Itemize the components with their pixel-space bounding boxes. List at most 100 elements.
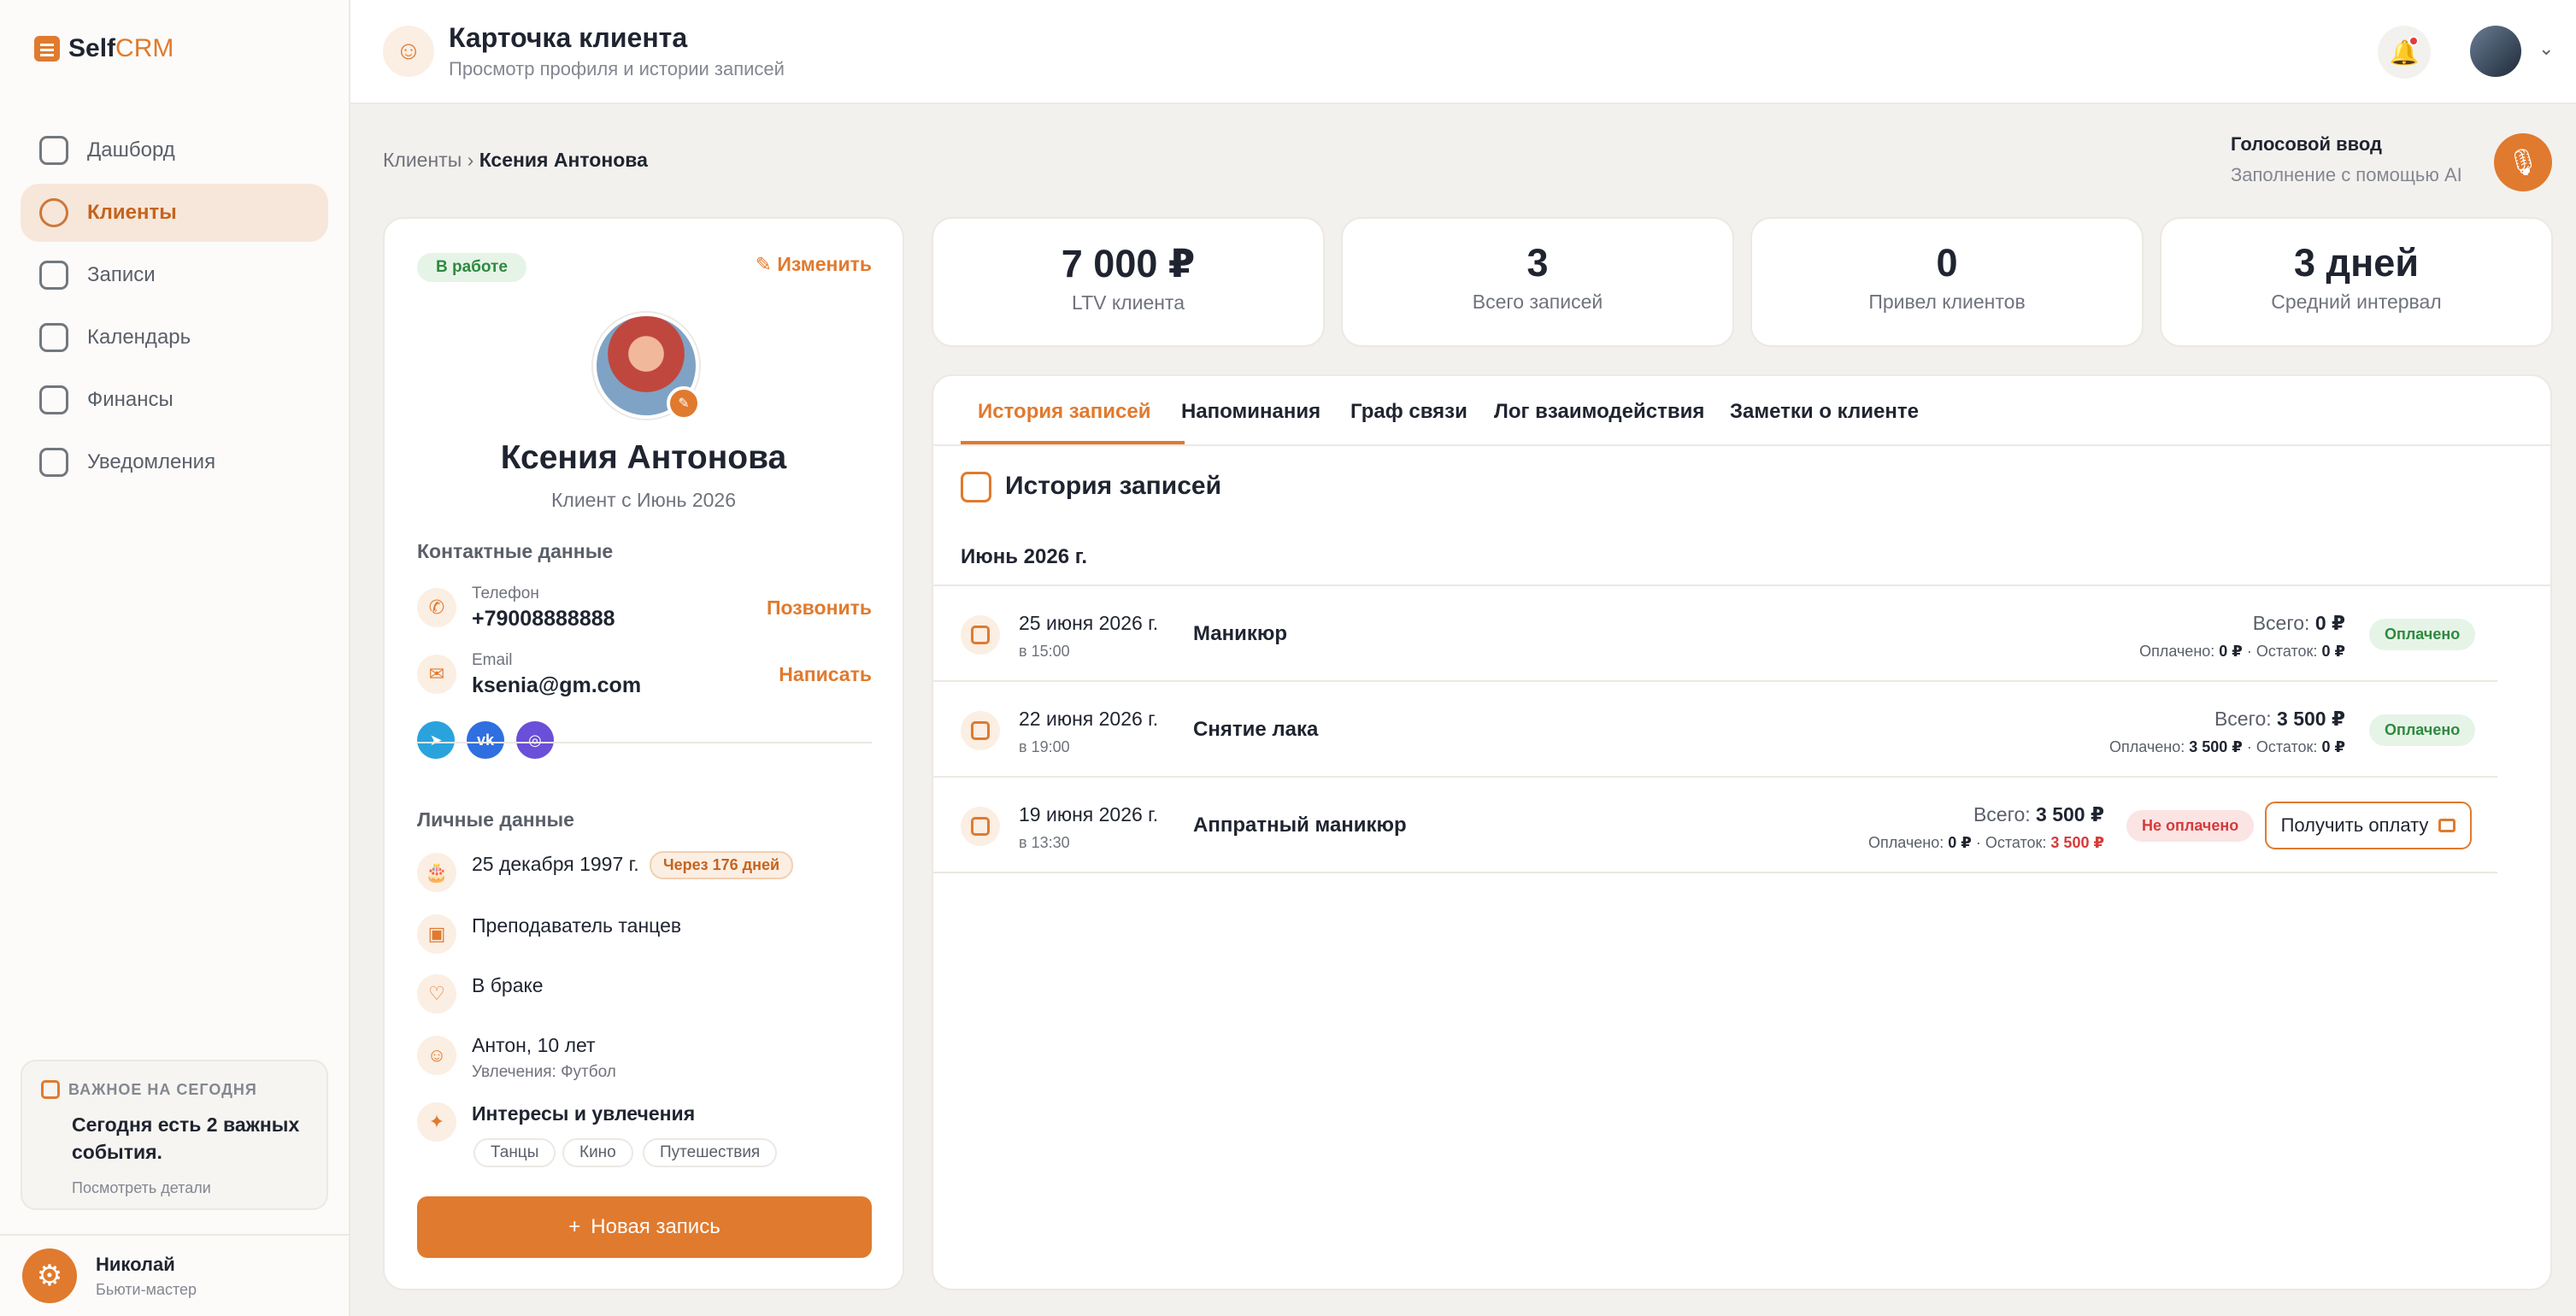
child-hobby: Увлечения: Футбол xyxy=(472,1063,616,1081)
sidebar: SelfCRM Дашборд Клиенты Записи Календарь… xyxy=(0,0,350,1316)
sidebar-item-records[interactable]: Записи xyxy=(21,246,328,304)
record-total: Всего: 3 500 ₽ xyxy=(1973,803,2104,825)
email-icon: ✉ xyxy=(417,655,456,694)
user-icon: ☺ xyxy=(383,26,434,77)
record-payment-details: Оплачено: 3 500 ₽ · Остаток: 0 ₽ xyxy=(2109,738,2345,755)
client-since: Клиент с Июнь 2026 xyxy=(551,489,736,511)
contacts-title: Контактные данные xyxy=(417,540,614,562)
write-button[interactable]: Написать xyxy=(779,663,872,686)
birthday-countdown-badge: Через 176 дней xyxy=(650,851,794,879)
record-icon xyxy=(961,711,1000,750)
history-title: История записей xyxy=(1005,472,1222,500)
interest-tag: Кино xyxy=(562,1138,633,1167)
briefcase-icon: ▣ xyxy=(417,914,456,954)
job: Преподаватель танцев xyxy=(472,914,682,937)
sidebar-item-dashboard[interactable]: Дашборд xyxy=(21,121,328,179)
vk-icon[interactable]: vk xyxy=(467,721,504,759)
stat-ltv: 7 000 ₽ LTV клиента xyxy=(932,217,1325,347)
tab-log[interactable]: Лог взаимодействия xyxy=(1494,400,1704,424)
today-details-link[interactable]: Посмотреть детали xyxy=(72,1179,308,1197)
plus-icon: + xyxy=(568,1215,581,1238)
sidebar-item-clients[interactable]: Клиенты xyxy=(21,184,328,242)
users-icon xyxy=(39,198,68,227)
notification-dot xyxy=(2408,36,2419,46)
heart-icon: ♡ xyxy=(417,974,456,1013)
notifications-bell-icon[interactable]: 🔔 xyxy=(2378,26,2431,79)
email-label: Email xyxy=(472,651,513,669)
status-badge: Не оплачено xyxy=(2126,810,2255,842)
status-badge: Оплачено xyxy=(2369,619,2476,650)
table-row[interactable]: 22 июня 2026 г. в 19:00 Снятие лака Всег… xyxy=(933,682,2497,778)
child-icon: ☺ xyxy=(417,1036,456,1075)
divider xyxy=(417,742,872,743)
wallet-icon xyxy=(2438,819,2456,832)
record-payment-details: Оплачено: 0 ₽ · Остаток: 0 ₽ xyxy=(2139,643,2345,660)
max-messenger-icon[interactable]: ◎ xyxy=(516,721,554,759)
phone-value: +79008888888 xyxy=(472,607,615,631)
month-header: Июнь 2026 г. xyxy=(961,545,1087,568)
tab-history[interactable]: История записей xyxy=(978,400,1150,424)
telegram-icon[interactable]: ➤ xyxy=(417,721,455,759)
edit-profile-button[interactable]: ✎ Изменить xyxy=(756,253,872,276)
record-icon xyxy=(961,615,1000,655)
gear-icon[interactable]: ⚙ xyxy=(22,1248,77,1303)
breadcrumb: Клиенты › Ксения Антонова xyxy=(383,149,648,171)
interest-tag: Путешествия xyxy=(643,1138,778,1167)
sidebar-nav: Дашборд Клиенты Записи Календарь Финансы… xyxy=(21,121,328,496)
voice-input-title: Голосовой ввод xyxy=(2231,133,2382,155)
topbar: ☺ Карточка клиента Просмотр профиля и ис… xyxy=(350,0,2576,104)
current-user[interactable]: ⚙ Николай Бьюти-мастер xyxy=(0,1234,350,1316)
record-service: Маникюр xyxy=(1193,622,1288,645)
microphone-icon[interactable]: 🎙 xyxy=(2494,133,2552,191)
call-button[interactable]: Позвонить xyxy=(767,596,872,620)
email-value: ksenia@gm.com xyxy=(472,673,642,697)
sparkles-icon: ✦ xyxy=(417,1102,456,1142)
logo-icon xyxy=(34,36,60,62)
pencil-icon: ✎ xyxy=(755,253,778,275)
record-icon xyxy=(961,807,1000,846)
sidebar-item-notifications[interactable]: Уведомления xyxy=(21,433,328,491)
new-record-button[interactable]: + Новая запись xyxy=(417,1196,872,1258)
status-badge: В работе xyxy=(417,253,526,282)
breadcrumb-current: Ксения Антонова xyxy=(479,149,648,171)
get-payment-button[interactable]: Получить оплату xyxy=(2265,802,2472,849)
status-badge: Оплачено xyxy=(2369,714,2476,746)
tab-notes[interactable]: Заметки о клиенте xyxy=(1730,400,1919,424)
table-row[interactable]: 19 июня 2026 г. в 13:30 Аппратный маникю… xyxy=(933,778,2497,873)
stat-interval: 3 дней Средний интервал xyxy=(2160,217,2553,347)
edit-photo-icon[interactable]: ✎ xyxy=(667,386,701,420)
bell-icon xyxy=(39,448,68,477)
avatar[interactable] xyxy=(2470,26,2521,77)
table-row[interactable]: 25 июня 2026 г. в 15:00 Маникюр Всего: 0… xyxy=(933,586,2497,682)
tab-graph[interactable]: Граф связи xyxy=(1350,400,1467,424)
cake-icon: 🎂 xyxy=(417,853,456,892)
calendar-icon xyxy=(39,323,68,352)
page-title: Карточка клиента xyxy=(449,22,688,53)
tab-reminders[interactable]: Напоминания xyxy=(1181,400,1320,424)
record-total: Всего: 3 500 ₽ xyxy=(2214,708,2345,730)
client-name: Ксения Антонова xyxy=(500,439,787,476)
record-service: Снятие лака xyxy=(1193,718,1319,741)
history-panel: История записей Напоминания Граф связи Л… xyxy=(932,374,2552,1290)
chevron-down-icon[interactable]: ⌄ xyxy=(2538,38,2554,60)
phone-icon: ✆ xyxy=(417,588,456,627)
notes-icon xyxy=(39,261,68,290)
today-events-text: Сегодня есть 2 важных события. xyxy=(72,1113,300,1163)
phone-label: Телефон xyxy=(472,585,539,602)
breadcrumb-clients[interactable]: Клиенты xyxy=(383,149,462,171)
tabs: История записей Напоминания Граф связи Л… xyxy=(933,376,2550,446)
user-name: Николай xyxy=(96,1253,175,1275)
sidebar-item-finance[interactable]: Финансы xyxy=(21,371,328,429)
personal-title: Личные данные xyxy=(417,808,574,831)
sidebar-item-calendar[interactable]: Календарь xyxy=(21,308,328,367)
interest-tag: Танцы xyxy=(473,1138,556,1167)
record-payment-details: Оплачено: 0 ₽ · Остаток: 3 500 ₽ xyxy=(1868,834,2104,851)
voice-input-subtitle: Заполнение с помощью AI xyxy=(2231,164,2462,185)
family-status: В браке xyxy=(472,974,544,996)
history-icon xyxy=(961,472,991,502)
app-logo[interactable]: SelfCRM xyxy=(34,34,173,63)
child-info: Антон, 10 лет xyxy=(472,1034,596,1056)
stat-referred: 0 Привел клиентов xyxy=(1750,217,2144,347)
record-total: Всего: 0 ₽ xyxy=(2252,612,2345,634)
pie-chart-icon xyxy=(39,136,68,165)
